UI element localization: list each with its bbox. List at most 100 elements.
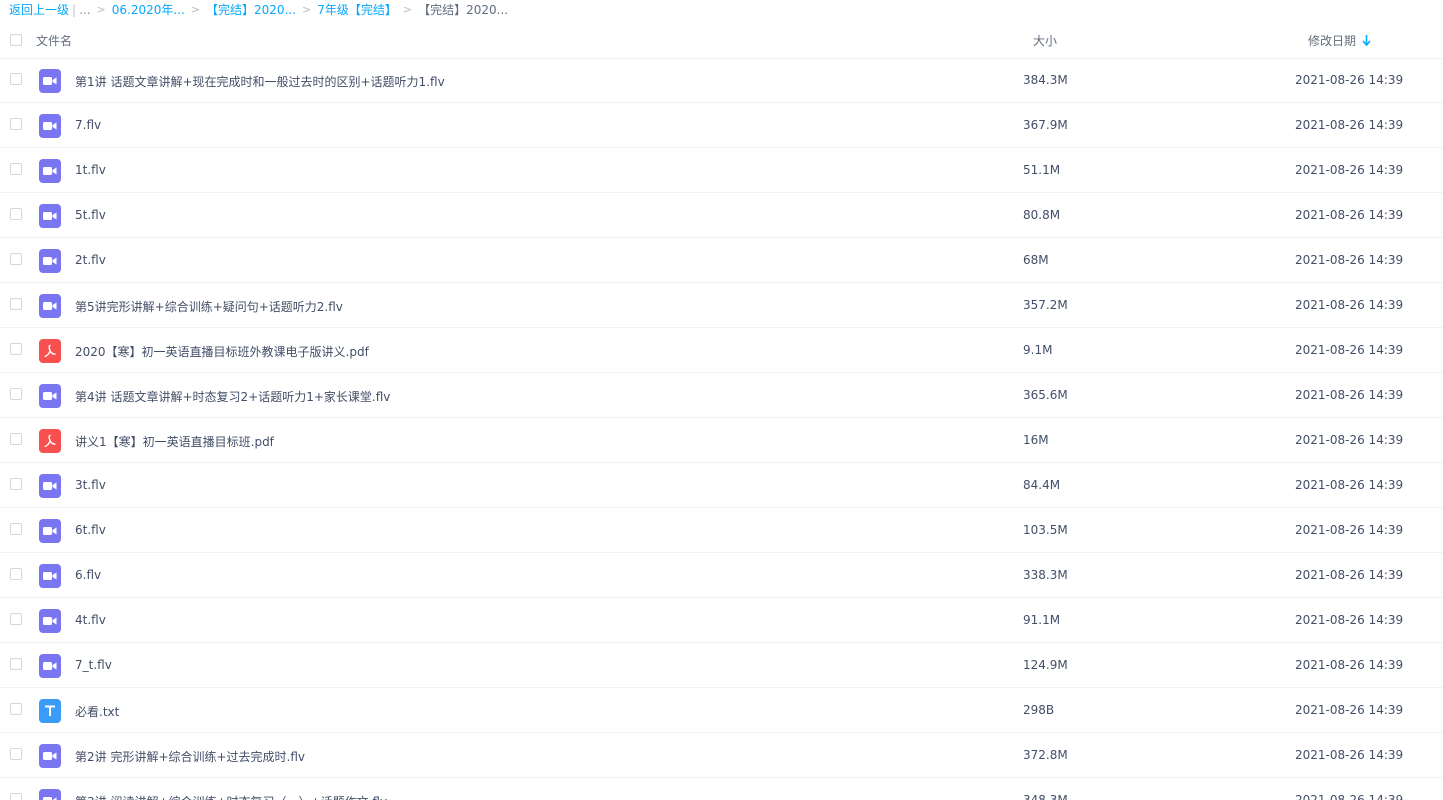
chevron-right-icon: > [96, 3, 106, 16]
file-icon-wrapper [39, 474, 61, 498]
file-manager: 返回上一级 | ... > 06.2020年... > 【完结】2020... … [0, 0, 1443, 800]
table-row[interactable]: 第3讲 阅读讲解+综合训练+时态复习（一）+话题作文.flv 348.3M 2021… [0, 778, 1443, 800]
video-file-icon [39, 609, 61, 633]
table-row[interactable]: 2020【寒】初一英语直播目标班外教课电子版讲义.pdf 9.1M 2021-08-… [0, 328, 1443, 373]
column-name-header[interactable]: 文件名 [36, 32, 72, 49]
table-row[interactable]: 6t.flv 103.5M 2021-08-26 14:39 [0, 508, 1443, 553]
file-date: 2021-08-26 14:39 [1295, 118, 1404, 132]
file-name[interactable]: 第4讲 话题文章讲解+时态复习2+话题听力1+家长课堂.flv [75, 388, 390, 405]
table-row[interactable]: 第1讲 话题文章讲解+现在完成时和一般过去时的区别+话题听力1.flv 384.3… [0, 58, 1443, 103]
file-name[interactable]: 1t.flv [75, 163, 106, 177]
file-size: 298B [1023, 703, 1055, 717]
file-icon-wrapper [39, 114, 61, 138]
table-row[interactable]: 第4讲 话题文章讲解+时态复习2+话题听力1+家长课堂.flv 365.6M 202… [0, 373, 1443, 418]
row-checkbox[interactable] [10, 613, 22, 625]
file-size: 338.3M [1023, 568, 1068, 582]
table-row[interactable]: 3t.flv 84.4M 2021-08-26 14:39 [0, 463, 1443, 508]
breadcrumb-current: 【完结】2020... [418, 3, 509, 17]
text-file-icon [39, 699, 61, 723]
file-size: 51.1M [1023, 163, 1061, 177]
table-row[interactable]: 7.flv 367.9M 2021-08-26 14:39 [0, 103, 1443, 148]
file-date: 2021-08-26 14:39 [1295, 298, 1404, 312]
file-name[interactable]: 必看.txt [75, 703, 119, 720]
table-header: 文件名 大小 修改日期 [0, 20, 1443, 59]
file-icon-wrapper [39, 744, 61, 768]
table-row[interactable]: 第5讲完形讲解+综合训练+疑问句+话题听力2.flv 357.2M 2021-08-… [0, 283, 1443, 328]
file-size: 84.4M [1023, 478, 1061, 492]
file-name[interactable]: 5t.flv [75, 208, 106, 222]
file-icon-wrapper [39, 429, 61, 453]
breadcrumb-ellipsis[interactable]: ... [79, 1, 90, 19]
row-checkbox[interactable] [10, 253, 22, 265]
file-name[interactable]: 第5讲完形讲解+综合训练+疑问句+话题听力2.flv [75, 298, 343, 315]
table-row[interactable]: 1t.flv 51.1M 2021-08-26 14:39 [0, 148, 1443, 193]
table-row[interactable]: 4t.flv 91.1M 2021-08-26 14:39 [0, 598, 1443, 643]
row-checkbox[interactable] [10, 748, 22, 760]
chevron-right-icon: > [190, 3, 201, 16]
file-name[interactable]: 3t.flv [75, 478, 106, 492]
table-row[interactable]: 必看.txt 298B 2021-08-26 14:39 [0, 688, 1443, 733]
breadcrumb-item[interactable]: 【完结】2020... [206, 1, 296, 19]
file-date: 2021-08-26 14:39 [1295, 163, 1404, 177]
file-name[interactable]: 4t.flv [75, 613, 106, 627]
file-size: 103.5M [1023, 523, 1068, 537]
row-checkbox[interactable] [10, 433, 22, 445]
file-icon-wrapper [39, 249, 61, 273]
file-list: 第1讲 话题文章讲解+现在完成时和一般过去时的区别+话题听力1.flv 384.3… [0, 58, 1443, 800]
row-checkbox[interactable] [10, 208, 22, 220]
row-checkbox[interactable] [10, 523, 22, 535]
file-size: 372.8M [1023, 748, 1068, 762]
file-name[interactable]: 6t.flv [75, 523, 106, 537]
file-date: 2021-08-26 14:39 [1295, 433, 1404, 447]
column-size-header[interactable]: 大小 [1033, 32, 1057, 49]
table-row[interactable]: 7_t.flv 124.9M 2021-08-26 14:39 [0, 643, 1443, 688]
table-row[interactable]: 第2讲 完形讲解+综合训练+过去完成时.flv 372.8M 2021-08-26 … [0, 733, 1443, 778]
row-checkbox[interactable] [10, 298, 22, 310]
file-icon-wrapper [39, 519, 61, 543]
breadcrumb-divider: | [72, 3, 77, 17]
file-icon-wrapper [39, 789, 61, 800]
column-date-header[interactable]: 修改日期 [1308, 32, 1371, 49]
table-row[interactable]: 2t.flv 68M 2021-08-26 14:39 [0, 238, 1443, 283]
row-checkbox[interactable] [10, 118, 22, 130]
table-row[interactable]: 讲义1【寒】初一英语直播目标班.pdf 16M 2021-08-26 14:39 [0, 418, 1443, 463]
file-icon-wrapper [39, 69, 61, 93]
file-icon-wrapper [39, 294, 61, 318]
file-name[interactable]: 第3讲 阅读讲解+综合训练+时态复习（一）+话题作文.flv [75, 793, 387, 800]
file-icon-wrapper [39, 339, 61, 363]
video-file-icon [39, 114, 61, 138]
file-date: 2021-08-26 14:39 [1295, 793, 1404, 800]
file-icon-wrapper [39, 609, 61, 633]
file-name[interactable]: 讲义1【寒】初一英语直播目标班.pdf [75, 433, 274, 450]
file-name[interactable]: 2020【寒】初一英语直播目标班外教课电子版讲义.pdf [75, 343, 369, 360]
file-name[interactable]: 6.flv [75, 568, 101, 582]
file-icon-wrapper [39, 204, 61, 228]
breadcrumb-item[interactable]: 7年级【完结】 [317, 1, 397, 19]
row-checkbox[interactable] [10, 388, 22, 400]
breadcrumb: 返回上一级 | ... > 06.2020年... > 【完结】2020... … [9, 0, 508, 20]
file-size: 91.1M [1023, 613, 1061, 627]
select-all-checkbox[interactable] [10, 34, 22, 46]
file-size: 80.8M [1023, 208, 1061, 222]
sort-down-arrow-icon[interactable] [1362, 35, 1371, 46]
row-checkbox[interactable] [10, 478, 22, 490]
back-link[interactable]: 返回上一级 [9, 1, 69, 19]
file-date: 2021-08-26 14:39 [1295, 748, 1404, 762]
file-name[interactable]: 2t.flv [75, 253, 106, 267]
file-date: 2021-08-26 14:39 [1295, 388, 1404, 402]
file-name[interactable]: 7_t.flv [75, 658, 112, 672]
table-row[interactable]: 6.flv 338.3M 2021-08-26 14:39 [0, 553, 1443, 598]
file-name[interactable]: 7.flv [75, 118, 101, 132]
breadcrumb-item[interactable]: 06.2020年... [112, 1, 185, 19]
row-checkbox[interactable] [10, 703, 22, 715]
row-checkbox[interactable] [10, 793, 22, 800]
table-row[interactable]: 5t.flv 80.8M 2021-08-26 14:39 [0, 193, 1443, 238]
row-checkbox[interactable] [10, 163, 22, 175]
row-checkbox[interactable] [10, 343, 22, 355]
file-size: 9.1M [1023, 343, 1053, 357]
row-checkbox[interactable] [10, 658, 22, 670]
file-name[interactable]: 第1讲 话题文章讲解+现在完成时和一般过去时的区别+话题听力1.flv [75, 73, 445, 90]
row-checkbox[interactable] [10, 73, 22, 85]
file-name[interactable]: 第2讲 完形讲解+综合训练+过去完成时.flv [75, 748, 305, 765]
row-checkbox[interactable] [10, 568, 22, 580]
